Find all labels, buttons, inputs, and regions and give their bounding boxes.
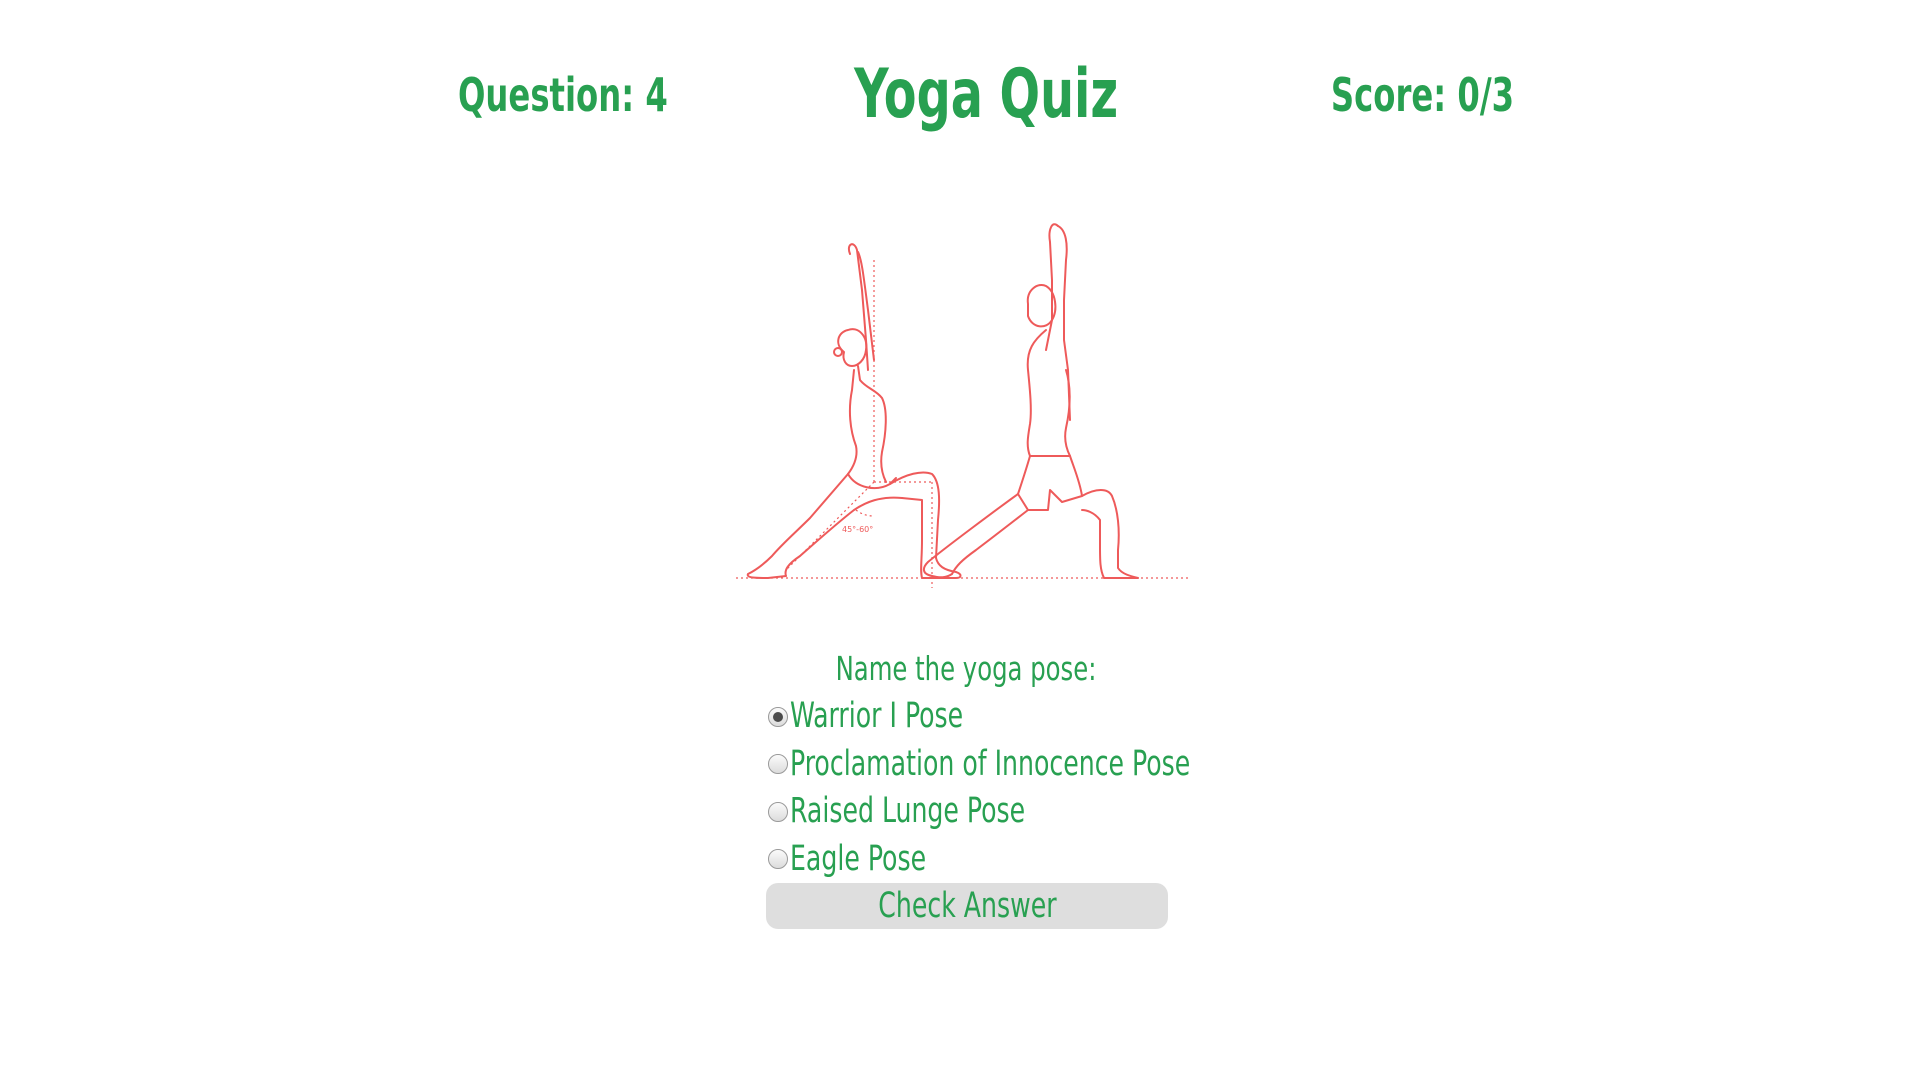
yoga-pose-illustration: 45°-60°	[736, 223, 1188, 588]
quiz-page: Question: 4 Yoga Quiz Score: 0/3 45°-60°	[0, 0, 1920, 1080]
angle-arc	[855, 509, 875, 517]
check-answer-button[interactable]: Check Answer	[766, 883, 1168, 929]
score-counter: Score: 0/3	[1330, 68, 1515, 122]
radio-button-selected[interactable]	[768, 706, 788, 727]
angle-label: 45°-60°	[842, 525, 873, 534]
header: Question: 4 Yoga Quiz Score: 0/3	[0, 40, 1920, 150]
quiz-form: Name the yoga pose: Warrior I Pose Procl…	[766, 645, 1190, 929]
radio-button[interactable]	[768, 801, 788, 822]
figure-front-view	[922, 223, 1139, 579]
option-proclamation-of-innocence[interactable]: Proclamation of Innocence Pose	[766, 741, 1190, 789]
option-eagle[interactable]: Eagle Pose	[766, 836, 1166, 884]
option-raised-lunge[interactable]: Raised Lunge Pose	[766, 788, 1166, 836]
radio-button[interactable]	[768, 849, 788, 870]
option-label[interactable]: Proclamation of Innocence Pose	[790, 741, 1190, 788]
question-prompt: Name the yoga pose:	[835, 649, 1097, 688]
option-label[interactable]: Eagle Pose	[790, 836, 926, 883]
option-label[interactable]: Raised Lunge Pose	[790, 788, 1025, 835]
radio-button[interactable]	[768, 754, 788, 775]
check-answer-label: Check Answer	[877, 886, 1057, 926]
question-counter: Question: 4	[458, 68, 668, 122]
option-label[interactable]: Warrior I Pose	[790, 693, 963, 740]
page-title: Yoga Quiz	[854, 55, 1119, 134]
option-warrior-i[interactable]: Warrior I Pose	[766, 693, 1166, 741]
